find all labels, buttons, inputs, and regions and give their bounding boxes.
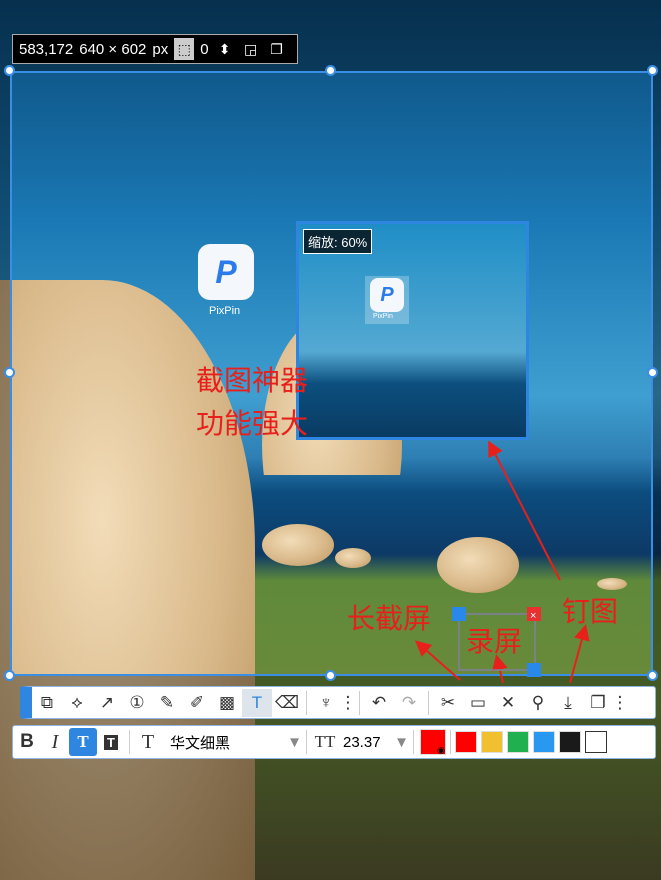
save-icon[interactable]: ⤓ (553, 689, 583, 717)
italic-button[interactable]: I (41, 728, 69, 756)
color-swatch-green[interactable] (507, 731, 529, 753)
close-icon[interactable]: ✕ (493, 689, 523, 717)
font-size-icon: TT (314, 732, 336, 751)
arrow (569, 624, 590, 684)
color-swatch-black[interactable] (559, 731, 581, 753)
text-tool-icon[interactable]: T (242, 688, 272, 717)
eraser-tool-icon[interactable]: ⌫ (272, 689, 302, 717)
color-swatch-yellow[interactable] (481, 731, 503, 753)
svg-text:×: × (530, 610, 536, 622)
drawing-toolbar: ⧉ ⟡ ↗ ① ✎ ✐ ▩ T ⌫ ♆ ⋮ ↶ ↷ ✂ ▭ ✕ ⚲ ⤓ ❐ ⋮ (20, 686, 656, 719)
arrow (414, 640, 461, 681)
arrow (488, 440, 561, 581)
record-icon[interactable]: ▭ (463, 689, 493, 717)
undo-icon[interactable]: ↶ (364, 689, 394, 717)
rectangle-ellipse-tool-icon[interactable]: ⧉ (32, 689, 62, 717)
color-picker-icon: ◉ (437, 745, 445, 755)
pencil-tool-icon[interactable]: ✎ (152, 689, 182, 717)
redo-icon[interactable]: ↷ (394, 689, 424, 717)
font-icon: T (141, 730, 155, 753)
polyline-tool-icon[interactable]: ⟡ (62, 689, 92, 717)
font-size-select[interactable]: 23.37 ▼ (339, 734, 409, 751)
mosaic-tool-icon[interactable]: ▩ (212, 689, 242, 717)
text-outline-button[interactable]: T (69, 728, 97, 756)
bold-button[interactable]: B (13, 728, 41, 756)
text-toolbar: B I T T T 华文细黑 ▼ TT 23.37 ▼ ◉ (12, 725, 656, 759)
marker-tool-icon[interactable]: ✐ (182, 689, 212, 717)
long-screenshot-icon[interactable]: ✂ (433, 689, 463, 717)
highlight-tool-icon[interactable]: ♆ (311, 689, 341, 717)
resize-handle (527, 663, 541, 677)
pin-icon[interactable]: ⚲ (523, 689, 553, 717)
color-swatch-red[interactable] (455, 731, 477, 753)
font-select[interactable]: 华文细黑 ▼ (162, 732, 302, 753)
text-background-button[interactable]: T (97, 728, 125, 756)
chevron-down-icon: ▼ (287, 733, 302, 751)
arrow-tool-icon[interactable]: ↗ (92, 689, 122, 717)
more-icon[interactable]: ⋮ (612, 689, 629, 717)
number-marker-tool-icon[interactable]: ① (122, 689, 152, 717)
current-color-swatch[interactable]: ◉ (420, 729, 446, 755)
more-icon[interactable]: ⋮ (340, 689, 357, 717)
copy-icon[interactable]: ❐ (583, 689, 613, 717)
color-swatch-white[interactable] (585, 731, 607, 753)
rotate-handle (452, 607, 466, 621)
color-swatch-blue[interactable] (533, 731, 555, 753)
chevron-down-icon: ▼ (394, 733, 409, 751)
